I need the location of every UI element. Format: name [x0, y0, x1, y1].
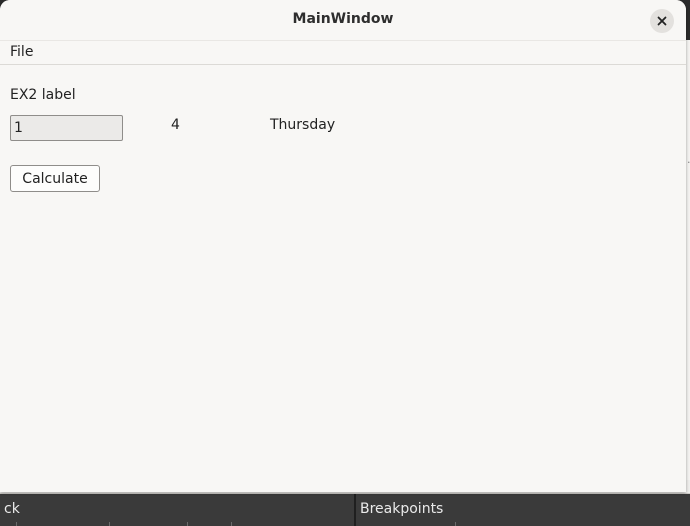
menu-file[interactable]: File: [10, 44, 33, 60]
title-bar[interactable]: MainWindow: [0, 0, 686, 41]
background-panel-left[interactable]: ck: [0, 494, 354, 526]
background-tick: [109, 522, 110, 526]
background-tick: [187, 522, 188, 526]
window-title: MainWindow: [292, 11, 394, 27]
calculate-button[interactable]: Calculate: [10, 165, 100, 192]
breakpoints-tab-label: Breakpoints: [360, 501, 444, 517]
main-window: MainWindow File EX2 label 4 Thursday Cal…: [0, 0, 686, 492]
ex2-label: EX2 label: [10, 87, 76, 103]
number-input[interactable]: [10, 115, 123, 141]
background-tick: [231, 522, 232, 526]
background-tick: [16, 522, 17, 526]
background-panel-left-label: ck: [4, 501, 20, 517]
result-day-label: Thursday: [270, 117, 336, 133]
close-icon: [657, 16, 667, 26]
background-tick: [455, 522, 456, 526]
menu-bar: File: [0, 41, 686, 65]
background-panel-breakpoints[interactable]: Breakpoints: [356, 494, 690, 526]
close-button[interactable]: [650, 9, 674, 33]
result-number-label: 4: [171, 117, 180, 133]
